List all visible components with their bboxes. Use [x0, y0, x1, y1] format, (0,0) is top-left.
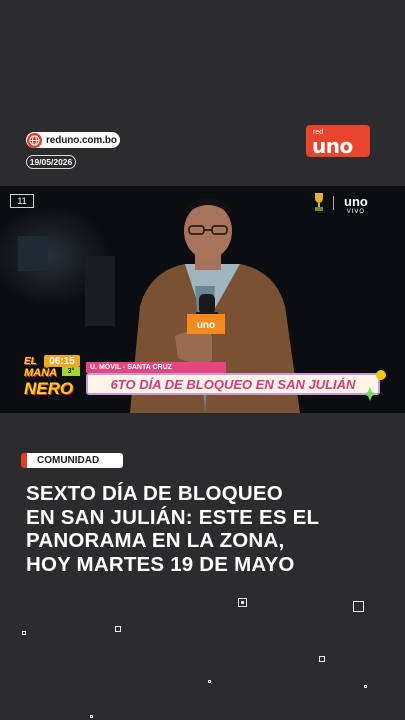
clock-badge: 06:15: [44, 355, 80, 367]
decor-square: [364, 685, 367, 688]
decor-square: [90, 715, 93, 718]
title-line: SEXTO DÍA DE BLOQUEO: [26, 482, 283, 505]
live-logo: uno VIVO: [344, 194, 368, 215]
title-line: HOY MARTES 19 DE MAYO: [26, 552, 295, 576]
show-logo-line1: EL: [24, 356, 37, 367]
live-logo-main: uno: [344, 194, 368, 209]
globe-icon: [27, 132, 42, 148]
decor-square: [353, 601, 364, 612]
article-title[interactable]: SEXTO DÍA DE BLOQUEO EN SAN JULIÁN: ESTE…: [26, 482, 386, 576]
trophy-icon: [315, 193, 323, 211]
category-tag[interactable]: COMUNIDAD: [21, 453, 123, 468]
temperature-badge: 3°: [62, 367, 80, 376]
decor-square: [115, 626, 121, 632]
logo-divider: [333, 196, 334, 210]
title-line: PANORAMA EN LA ZONA,: [26, 529, 285, 552]
logo-main-text: uno: [312, 134, 353, 158]
decor-square: [208, 680, 211, 683]
location-tag: U. MÓVIL - SANTA CRUZ: [86, 362, 226, 373]
decor-square: [22, 631, 26, 635]
news-headline-bar: 6TO DÍA DE BLOQUEO EN SAN JULIÁN: [86, 373, 380, 395]
show-logo-line3: NERO: [24, 379, 74, 398]
live-logo-sub: VIVO: [346, 209, 366, 215]
site-link[interactable]: reduno.com.bo: [26, 132, 120, 148]
decor-square: [238, 598, 247, 607]
site-url: reduno.com.bo: [46, 134, 117, 146]
date-badge: 19/05/2026: [26, 155, 76, 169]
channel-badge: 11: [10, 194, 34, 208]
title-line: EN SAN JULIÁN: ESTE ES EL: [26, 505, 320, 529]
mic-flag-logo: uno: [197, 320, 215, 331]
show-logo-line2: MAÑA: [24, 367, 57, 379]
sparkle-icon: [364, 370, 386, 401]
red-uno-logo: red uno: [306, 125, 370, 158]
decor-square: [319, 656, 325, 662]
